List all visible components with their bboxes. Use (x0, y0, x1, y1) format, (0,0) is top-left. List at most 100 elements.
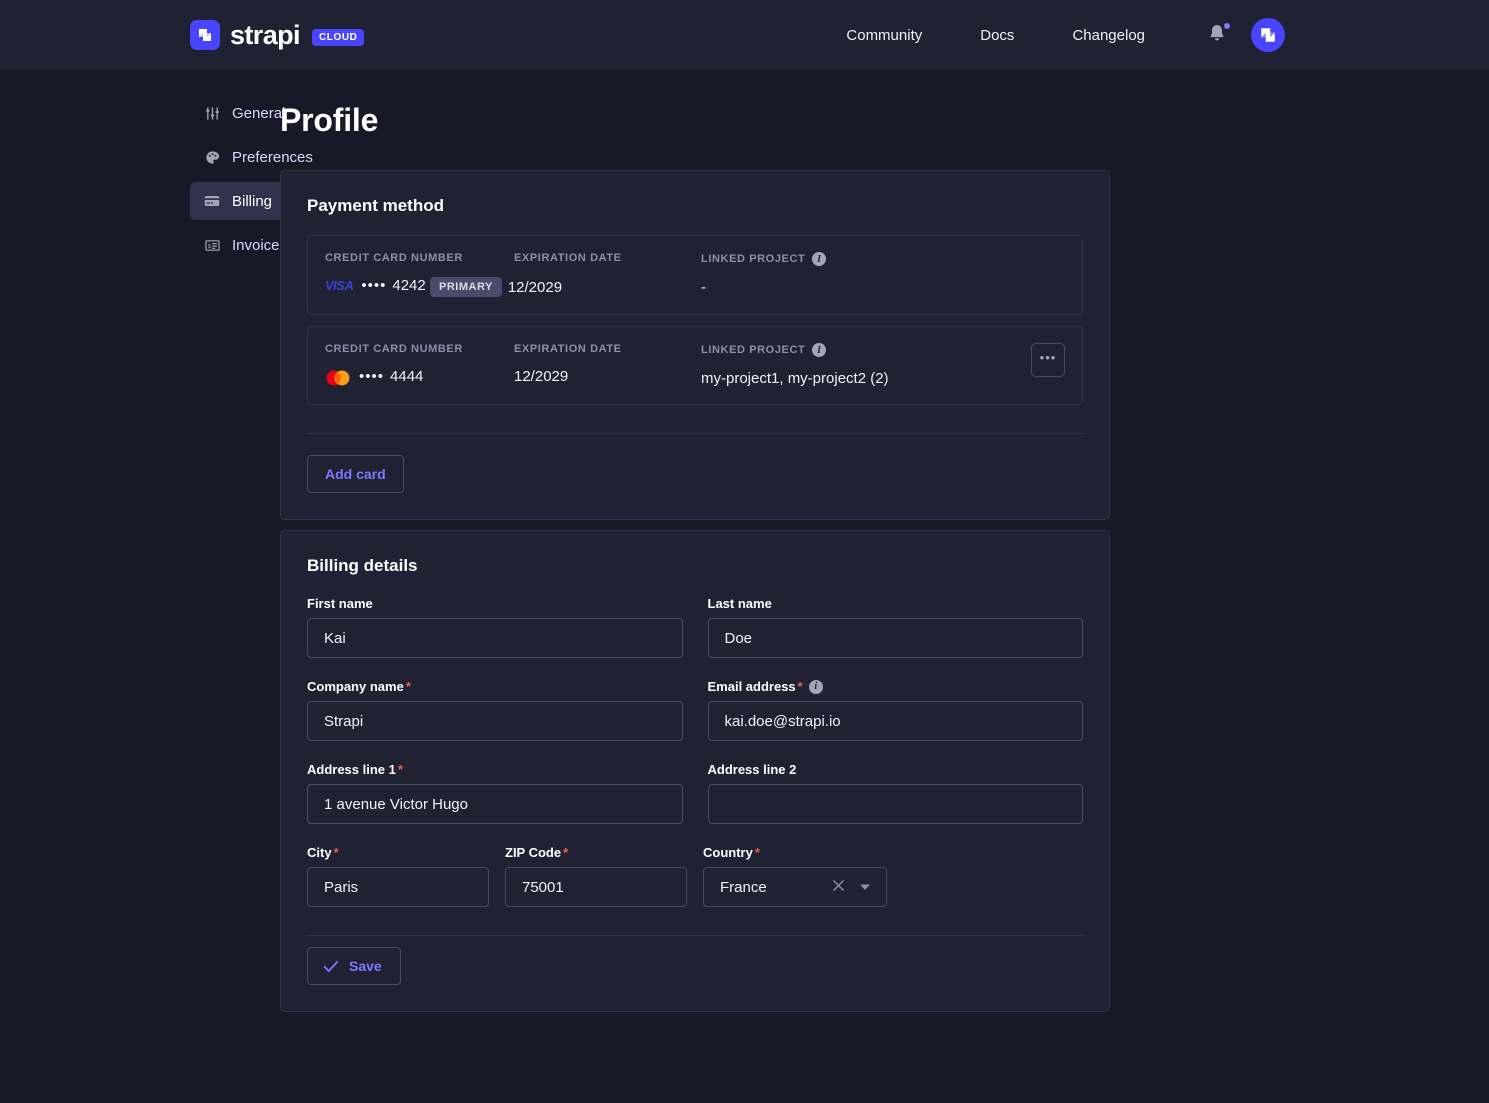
cloud-badge: CLOUD (311, 28, 364, 46)
card-last4: 4242 (392, 277, 426, 294)
brand-logo[interactable]: strapi CLOUD (190, 20, 364, 51)
last-name-label: Last name (707, 596, 772, 611)
invoice-icon: $ (204, 237, 220, 253)
credit-card-icon (204, 193, 220, 209)
form-row-address: Address line 1 * Address line 2 (307, 762, 1083, 824)
notifications-button[interactable] (1207, 23, 1230, 47)
sidebar: General Preferences Billing $ Invoices (0, 94, 455, 1022)
info-icon[interactable]: i (812, 343, 827, 357)
card-mask: •••• (361, 277, 387, 294)
expiration-column: EXPIRATION DATE 12/2029 (514, 343, 701, 385)
palette-icon (204, 149, 220, 165)
field-address-line-2: Address line 2 (707, 762, 1083, 824)
chevron-down-icon[interactable] (859, 883, 871, 891)
expiration-label: EXPIRATION DATE (514, 252, 622, 264)
address-line-1-input[interactable] (307, 784, 683, 824)
zip-code-label: ZIP Code * (505, 845, 569, 860)
address-line-1-label: Address line 1 * (307, 762, 403, 777)
first-name-label: First name (307, 596, 373, 611)
primary-badge: PRIMARY (430, 277, 502, 297)
avatar[interactable] (1251, 18, 1285, 52)
last-name-input[interactable] (707, 618, 1083, 658)
email-address-input[interactable] (707, 701, 1083, 741)
field-company-name: Company name * (307, 679, 683, 741)
billing-details-title: Billing details (307, 556, 418, 575)
required-asterisk: * (333, 845, 339, 860)
expiration-label: EXPIRATION DATE (514, 343, 622, 355)
required-asterisk: * (797, 679, 803, 694)
card-number-column: CREDIT CARD NUMBER •••• 4444 (325, 343, 514, 385)
form-row-name: First name Last name (307, 596, 1083, 658)
notification-dot-icon (1224, 23, 1230, 29)
expiration-value: PRIMARY 12/2029 (430, 277, 701, 297)
field-zip-code: ZIP Code * (505, 845, 687, 907)
nav-link-docs[interactable]: Docs (980, 19, 1014, 52)
payment-method-list: CREDIT CARD NUMBER VISA •••• 4242 EXPIRA… (281, 216, 1109, 405)
field-country: Country * (703, 845, 887, 907)
svg-text:$: $ (207, 242, 211, 249)
required-asterisk: * (754, 845, 760, 860)
nav-link-community[interactable]: Community (846, 19, 922, 52)
top-bar: strapi CLOUD Community Docs Changelog (0, 0, 1489, 70)
sidebar-item-label: General (232, 104, 286, 122)
sidebar-item-label: Billing (232, 192, 273, 210)
sliders-icon (204, 105, 220, 121)
linked-project-value: - (701, 279, 706, 296)
first-name-input[interactable] (307, 618, 683, 658)
save-button[interactable]: Save (307, 947, 401, 985)
linked-project-column: LINKED PROJECT i - (701, 252, 1062, 296)
strapi-logo-icon (190, 20, 220, 50)
field-address-line-1: Address line 1 * (307, 762, 683, 824)
card-number-label: CREDIT CARD NUMBER (325, 343, 463, 355)
clear-icon[interactable] (832, 879, 845, 895)
form-row-company-email: Company name * Email address * i (307, 679, 1083, 741)
country-label: Country * (703, 845, 760, 860)
billing-details-card: Billing details First name Last name (280, 530, 1110, 1012)
card-last4: 4444 (390, 368, 424, 385)
required-asterisk: * (397, 762, 403, 777)
top-nav: Community Docs Changelog (846, 18, 1285, 52)
linked-project-label: LINKED PROJECT i (701, 252, 1062, 266)
expiration-column: EXPIRATION DATE PRIMARY 12/2029 (430, 252, 701, 297)
card-mask: •••• (359, 368, 385, 385)
info-icon[interactable]: i (812, 252, 827, 266)
add-card-button[interactable]: Add card (307, 455, 404, 493)
check-icon (323, 960, 339, 973)
payment-method-title: Payment method (307, 196, 444, 215)
visa-icon: VISA (325, 278, 354, 293)
form-row-city-zip-country: City * ZIP Code * Coun (307, 845, 1083, 907)
page-title: Profile (280, 102, 379, 138)
nav-link-changelog[interactable]: Changelog (1072, 19, 1145, 52)
field-last-name: Last name (707, 596, 1083, 658)
save-button-label: Save (349, 958, 382, 974)
brand-name: strapi (230, 19, 301, 50)
payment-actions: Add card (281, 434, 1109, 519)
strapi-avatar-icon (1261, 28, 1275, 42)
required-asterisk: * (563, 845, 569, 860)
city-label: City * (307, 845, 339, 860)
billing-form-footer: Save (281, 936, 1109, 1011)
payment-card-row[interactable]: CREDIT CARD NUMBER VISA •••• 4242 EXPIRA… (307, 235, 1083, 315)
info-icon[interactable]: i (808, 679, 823, 694)
zip-code-input[interactable] (505, 867, 687, 907)
city-input[interactable] (307, 867, 489, 907)
expiration-date: 12/2029 (514, 368, 569, 385)
field-email-address: Email address * i (707, 679, 1084, 741)
email-address-label: Email address * i (708, 679, 1084, 694)
payment-method-card: Payment method CREDIT CARD NUMBER VISA •… (280, 170, 1110, 520)
address-line-2-input[interactable] (707, 784, 1083, 824)
card-number-value: •••• 4444 (325, 368, 514, 385)
linked-project-label: LINKED PROJECT i (701, 343, 1062, 357)
card-more-options-button[interactable]: ••• (1031, 343, 1065, 377)
country-select[interactable] (703, 867, 887, 907)
payment-card-row[interactable]: CREDIT CARD NUMBER •••• 4444 EXPIRATION … (307, 326, 1083, 405)
expiration-date: 12/2029 (507, 278, 563, 296)
company-name-input[interactable] (307, 701, 683, 741)
field-first-name: First name (307, 596, 683, 658)
billing-form: First name Last name Company name * (281, 576, 1109, 907)
card-number-label: CREDIT CARD NUMBER (325, 252, 463, 264)
page-layout: General Preferences Billing $ Invoices P… (0, 70, 1489, 1022)
field-city: City * (307, 845, 489, 907)
linked-project-column: LINKED PROJECT i my-project1, my-project… (701, 343, 1062, 387)
mastercard-icon (325, 370, 351, 386)
